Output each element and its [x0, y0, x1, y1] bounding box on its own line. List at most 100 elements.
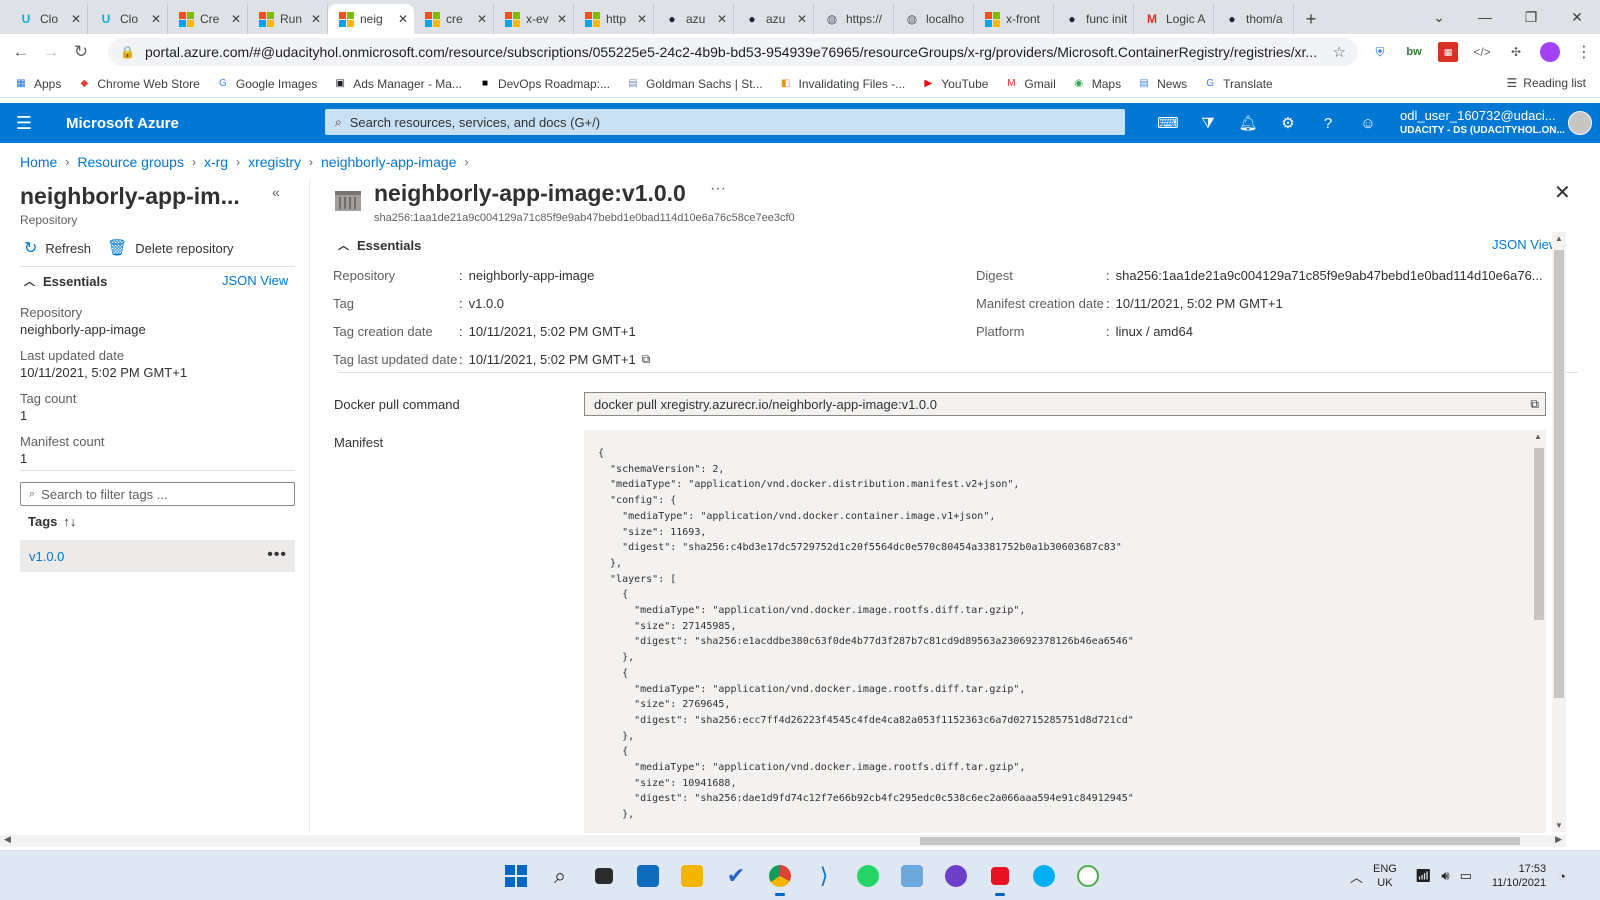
- close-tab-icon[interactable]: ✕: [557, 12, 567, 26]
- widgets-icon[interactable]: [626, 854, 670, 898]
- scrollbar-thumb[interactable]: [920, 837, 1520, 845]
- close-tab-icon[interactable]: ✕: [398, 12, 408, 26]
- close-tab-icon[interactable]: ✕: [717, 12, 727, 26]
- forward-icon[interactable]: →: [36, 42, 66, 62]
- battery-icon[interactable]: ▭: [1460, 868, 1472, 884]
- whatsapp-icon[interactable]: [846, 854, 890, 898]
- tags-column-header[interactable]: Tags ↑↓: [28, 514, 76, 529]
- page-vertical-scrollbar[interactable]: ▲ ▼: [1552, 232, 1566, 832]
- close-icon[interactable]: ✕: [1554, 180, 1571, 205]
- wifi-icon[interactable]: 📶︎: [1415, 868, 1432, 884]
- essentials-toggle[interactable]: ︿ Essentials: [338, 237, 421, 253]
- sort-icon[interactable]: ↑↓: [63, 514, 76, 529]
- page-horizontal-scrollbar[interactable]: ◀ ▶: [0, 834, 1566, 847]
- bookmark-item[interactable]: G Translate: [1203, 77, 1272, 91]
- browser-tab[interactable]: neig ✕: [328, 4, 414, 34]
- reload-icon[interactable]: ↻: [66, 42, 96, 62]
- scrollbar-thumb[interactable]: [1554, 250, 1564, 698]
- github-desktop-icon[interactable]: [934, 854, 978, 898]
- delete-repository-button[interactable]: 🗑︎ Delete repository: [107, 238, 234, 258]
- avatar[interactable]: [1568, 111, 1592, 135]
- copy-icon[interactable]: ⧉: [642, 352, 651, 367]
- minimize-icon[interactable]: —: [1462, 9, 1508, 25]
- app-icon[interactable]: [1066, 854, 1110, 898]
- chrome-menu-icon[interactable]: ⋮: [1574, 42, 1594, 62]
- more-actions-icon[interactable]: ···: [710, 180, 726, 198]
- feedback-icon[interactable]: ☺: [1348, 115, 1388, 132]
- devtools-extension-icon[interactable]: </>: [1472, 42, 1492, 62]
- scroll-left-icon[interactable]: ◀: [4, 834, 11, 845]
- bookmark-item[interactable]: ▶ YouTube: [921, 77, 988, 91]
- json-view-link[interactable]: JSON View: [222, 273, 288, 288]
- scroll-up-icon[interactable]: ▲: [1555, 234, 1563, 243]
- close-tab-icon[interactable]: ✕: [797, 12, 807, 26]
- json-view-link[interactable]: JSON View: [1492, 237, 1558, 252]
- file-explorer-icon[interactable]: [670, 854, 714, 898]
- bw-extension-icon[interactable]: bw: [1404, 42, 1424, 62]
- reading-list-button[interactable]: ☰ Reading list: [1507, 76, 1586, 90]
- task-view-icon[interactable]: [582, 854, 626, 898]
- breadcrumb-resource-group[interactable]: x-rg: [204, 154, 228, 170]
- new-tab-button[interactable]: +: [1294, 4, 1328, 34]
- scrollbar-thumb[interactable]: [1534, 448, 1544, 620]
- browser-tab[interactable]: ● func init: [1054, 4, 1134, 34]
- browser-tab[interactable]: x-front: [974, 4, 1054, 34]
- account-menu[interactable]: odl_user_160732@udaci... UDACITY - DS (U…: [1400, 108, 1565, 138]
- scroll-up-icon[interactable]: ▲: [1534, 432, 1542, 441]
- ess-value[interactable]: neighborly-app-image: [469, 268, 595, 283]
- close-tab-icon[interactable]: ✕: [637, 12, 647, 26]
- tag-name[interactable]: v1.0.0: [29, 549, 64, 564]
- browser-tab[interactable]: ● azu ✕: [734, 4, 814, 34]
- language-indicator[interactable]: ENG UK: [1373, 862, 1397, 890]
- bookmark-item[interactable]: ▣ Ads Manager - Ma...: [333, 77, 462, 91]
- azure-brand[interactable]: Microsoft Azure: [66, 115, 316, 132]
- breadcrumb-repository[interactable]: neighborly-app-image: [321, 154, 456, 170]
- tab-search-icon[interactable]: ⌄: [1416, 9, 1462, 26]
- back-icon[interactable]: ←: [6, 42, 36, 62]
- browser-tab[interactable]: x-ev ✕: [494, 4, 574, 34]
- volume-icon[interactable]: 🔊︎: [1441, 868, 1449, 884]
- browser-tab[interactable]: M Logic A: [1134, 4, 1214, 34]
- bookmark-item[interactable]: ■ DevOps Roadmap:...: [478, 77, 610, 91]
- refresh-button[interactable]: ↻ Refresh: [24, 238, 91, 258]
- bookmark-star-icon[interactable]: ☆: [1333, 43, 1346, 61]
- clock[interactable]: 17:53 11/10/2021: [1492, 862, 1546, 890]
- grid-extension-icon[interactable]: ▦: [1438, 42, 1458, 62]
- skype-icon[interactable]: [1022, 854, 1066, 898]
- browser-tab[interactable]: ● thom/a: [1214, 4, 1294, 34]
- essentials-toggle[interactable]: ︿ Essentials: [24, 273, 107, 289]
- settings-gear-icon[interactable]: ⚙: [1268, 114, 1308, 132]
- portal-menu-icon[interactable]: ☰: [0, 113, 48, 134]
- bookmark-item[interactable]: ◧ Invalidating Files -...: [779, 77, 905, 91]
- bookmark-item[interactable]: ▤ Goldman Sachs | St...: [626, 77, 762, 91]
- url-field[interactable]: 🔒 portal.azure.com/#@udacityhol.onmicros…: [108, 38, 1358, 66]
- notification-center-icon[interactable]: ◔: [1558, 869, 1566, 884]
- browser-tab[interactable]: U Clo ✕: [8, 4, 88, 34]
- bookmark-item[interactable]: G Google Images: [216, 77, 317, 91]
- browser-tab[interactable]: ◍ localho: [894, 4, 974, 34]
- bookmark-item[interactable]: M Gmail: [1004, 77, 1056, 91]
- shield-extension-icon[interactable]: ⛨: [1370, 42, 1390, 62]
- collapse-blade-icon[interactable]: «: [272, 184, 280, 200]
- browser-tab[interactable]: http ✕: [574, 4, 654, 34]
- profile-avatar-icon[interactable]: [1540, 42, 1560, 62]
- close-window-icon[interactable]: ✕: [1554, 9, 1600, 26]
- scroll-down-icon[interactable]: ▼: [1555, 821, 1563, 830]
- copy-icon[interactable]: ⧉: [1530, 397, 1539, 412]
- close-tab-icon[interactable]: ✕: [477, 12, 487, 26]
- breadcrumb-home[interactable]: Home: [20, 154, 57, 170]
- cloud-shell-icon[interactable]: ⌨: [1148, 114, 1188, 132]
- close-tab-icon[interactable]: ✕: [231, 12, 241, 26]
- bookmark-item[interactable]: ▦ Apps: [14, 77, 61, 91]
- browser-tab[interactable]: ● azu ✕: [654, 4, 734, 34]
- close-tab-icon[interactable]: ✕: [151, 12, 161, 26]
- manifest-viewer[interactable]: { "schemaVersion": 2, "mediaType": "appl…: [584, 430, 1546, 833]
- scroll-right-icon[interactable]: ▶: [1555, 834, 1562, 845]
- bookmark-item[interactable]: ◉ Maps: [1072, 77, 1121, 91]
- browser-tab[interactable]: Cre ✕: [168, 4, 248, 34]
- bookmark-item[interactable]: ◆ Chrome Web Store: [77, 77, 200, 91]
- bookmark-item[interactable]: ▤ News: [1137, 77, 1187, 91]
- browser-tab[interactable]: Run ✕: [248, 4, 328, 34]
- directory-filter-icon[interactable]: ⧩: [1188, 115, 1228, 132]
- browser-tab[interactable]: ◍ https://: [814, 4, 894, 34]
